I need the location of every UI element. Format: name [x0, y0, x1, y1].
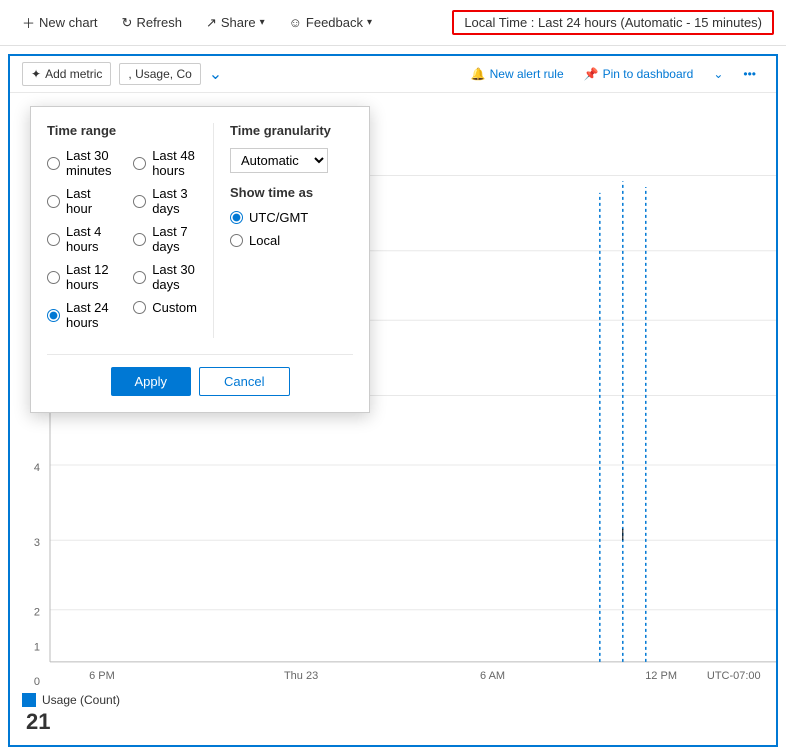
time-range-popup: Time range Last 30 minutes Last hour Las…: [30, 106, 370, 413]
time-range-title: Time range: [47, 123, 197, 138]
time-range-panel: Time range Last 30 minutes Last hour Las…: [47, 123, 197, 338]
option-7d[interactable]: Last 7 days: [133, 224, 197, 254]
svg-text:12 PM: 12 PM: [645, 670, 677, 682]
option-24h[interactable]: Last 24 hours: [47, 300, 117, 330]
main-toolbar: ＋ New chart ↻ Refresh ↗ Share ▾ ☺ Feedba…: [0, 0, 786, 46]
chart-actions: 🔔 New alert rule 📌 Pin to dashboard ⌄ ••…: [463, 63, 764, 85]
more-button[interactable]: •••: [735, 63, 764, 85]
svg-text:3: 3: [34, 537, 40, 549]
svg-text:6 AM: 6 AM: [480, 670, 505, 682]
svg-text:6 PM: 6 PM: [89, 670, 115, 682]
apply-button[interactable]: Apply: [111, 367, 192, 396]
show-time-utc[interactable]: UTC/GMT: [230, 210, 353, 225]
expand-icon[interactable]: ⌄: [209, 64, 222, 84]
add-metric-button[interactable]: ✦ Add metric: [22, 62, 111, 86]
option-30d[interactable]: Last 30 days: [133, 262, 197, 292]
share-icon: ↗: [206, 15, 217, 31]
legend-color-box: [22, 693, 36, 707]
filter-pill[interactable]: , Usage, Co: [119, 63, 200, 85]
time-range-left-col: Last 30 minutes Last hour Last 4 hours L…: [47, 148, 117, 338]
chart-toolbar: ✦ Add metric , Usage, Co ⌄ 🔔 New alert r…: [10, 56, 776, 93]
option-custom[interactable]: Custom: [133, 300, 197, 315]
popup-content: Time range Last 30 minutes Last hour Las…: [47, 123, 353, 338]
collapse-button[interactable]: ⌄: [705, 63, 731, 85]
popup-buttons: Apply Cancel: [47, 354, 353, 396]
granularity-panel: Time granularity Automatic 1 minute 5 mi…: [213, 123, 353, 338]
share-chevron-icon: ▾: [260, 17, 265, 28]
svg-text:1: 1: [34, 641, 40, 653]
legend-label: Usage (Count): [42, 693, 120, 707]
granularity-title: Time granularity: [230, 123, 353, 138]
svg-text:0: 0: [34, 676, 40, 685]
legend-value: 21: [26, 709, 764, 735]
svg-text:UTC-07:00: UTC-07:00: [707, 670, 761, 682]
time-range-badge[interactable]: Local Time : Last 24 hours (Automatic - …: [452, 10, 774, 35]
show-time-title: Show time as: [230, 185, 353, 200]
pin-dashboard-button[interactable]: 📌 Pin to dashboard: [576, 63, 702, 85]
svg-text:Thu 23: Thu 23: [284, 670, 318, 682]
option-48h[interactable]: Last 48 hours: [133, 148, 197, 178]
new-chart-button[interactable]: ＋ New chart: [12, 8, 108, 37]
cancel-button[interactable]: Cancel: [199, 367, 289, 396]
svg-text:4: 4: [34, 462, 40, 474]
option-30min[interactable]: Last 30 minutes: [47, 148, 117, 178]
granularity-select[interactable]: Automatic 1 minute 5 minutes 15 minutes …: [230, 148, 328, 173]
add-metric-icon: ✦: [31, 67, 41, 81]
new-alert-button[interactable]: 🔔 New alert rule: [463, 63, 572, 85]
option-4h[interactable]: Last 4 hours: [47, 224, 117, 254]
svg-text:2: 2: [34, 607, 40, 619]
feedback-button[interactable]: ☺ Feedback ▾: [279, 10, 382, 35]
plus-icon: ＋: [22, 13, 35, 32]
legend-area: Usage (Count) 21: [10, 685, 776, 745]
option-12h[interactable]: Last 12 hours: [47, 262, 117, 292]
refresh-button[interactable]: ↻ Refresh: [112, 10, 192, 36]
time-range-right-col: Last 48 hours Last 3 days Last 7 days La…: [133, 148, 197, 338]
share-button[interactable]: ↗ Share ▾: [196, 10, 275, 36]
refresh-icon: ↻: [122, 15, 133, 31]
chart-container: ✦ Add metric , Usage, Co ⌄ 🔔 New alert r…: [8, 54, 778, 747]
feedback-icon: ☺: [289, 15, 302, 30]
bell-icon: 🔔: [471, 67, 486, 81]
pin-icon: 📌: [584, 67, 599, 81]
feedback-chevron-icon: ▾: [367, 17, 372, 28]
option-1h[interactable]: Last hour: [47, 186, 117, 216]
option-3d[interactable]: Last 3 days: [133, 186, 197, 216]
show-time-local[interactable]: Local: [230, 233, 353, 248]
